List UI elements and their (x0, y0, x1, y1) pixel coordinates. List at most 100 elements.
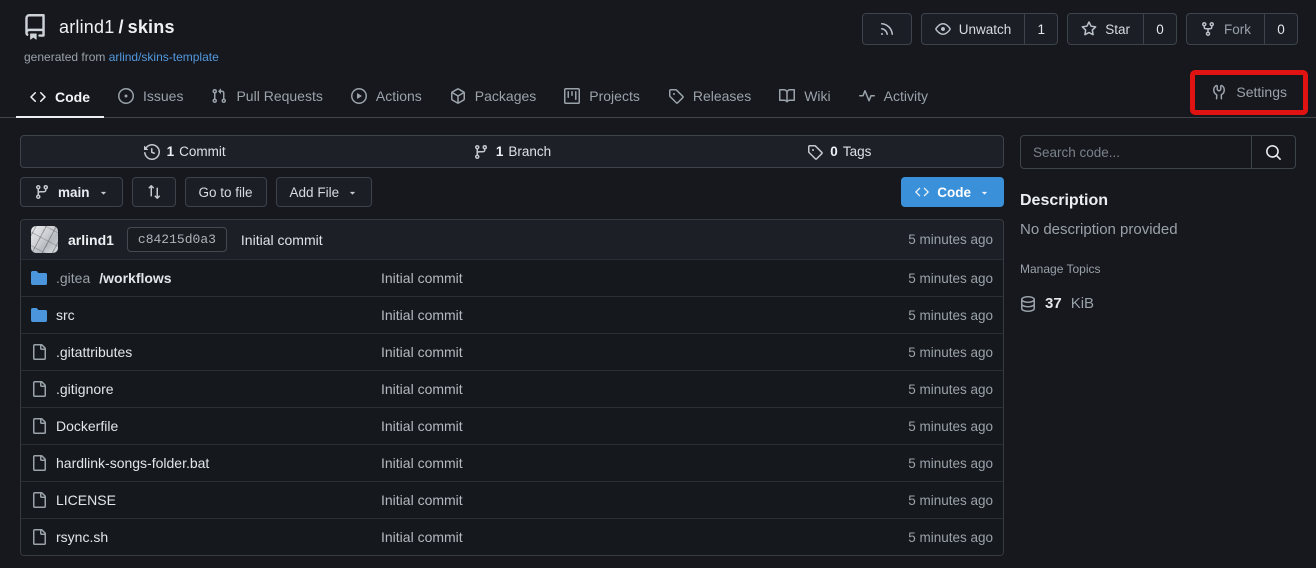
compare-button[interactable] (132, 177, 176, 207)
branches-count: 1 (496, 144, 504, 159)
commits-icon (144, 144, 160, 160)
file-row: Dockerfile Initial commit5 minutes ago (21, 407, 1003, 444)
settings-highlight-annotation: Settings (1190, 70, 1308, 115)
fork-button[interactable]: Fork (1187, 14, 1264, 44)
code-download-button[interactable]: Code (901, 177, 1004, 207)
file-link[interactable]: rsync.sh (31, 529, 381, 545)
tab-label: Projects (589, 88, 640, 104)
tags-icon (807, 144, 823, 160)
file-icon (31, 344, 47, 360)
file-row: .gitea/workflowsInitial commit5 minutes … (21, 259, 1003, 296)
tab-activity[interactable]: Activity (845, 76, 942, 117)
tab-label: Activity (884, 88, 928, 104)
forks-count[interactable]: 0 (1264, 14, 1297, 44)
avatar[interactable] (31, 226, 58, 253)
code-icon (30, 89, 46, 105)
file-name: .gitignore (56, 381, 114, 397)
file-icon (31, 455, 47, 471)
file-icon (31, 529, 47, 545)
file-name: LICENSE (56, 492, 116, 508)
file-commit-message[interactable]: Initial commit (381, 418, 908, 434)
file-icon (31, 381, 47, 397)
star-button[interactable]: Star (1068, 14, 1143, 44)
star-button-group: Star 0 (1067, 13, 1177, 45)
file-link[interactable]: .gitea/workflows (31, 270, 381, 286)
folder-icon (31, 270, 47, 286)
search-input[interactable] (1021, 136, 1251, 168)
repo-title: arlind1/skins (59, 17, 175, 38)
wiki-icon (779, 88, 795, 104)
tab-settings[interactable]: Settings (1195, 75, 1303, 110)
manage-topics-link[interactable]: Manage Topics (1020, 262, 1101, 276)
repo-title-separator: / (118, 17, 123, 37)
generated-from: generated from arlind/skins-template (24, 50, 1298, 64)
file-link[interactable]: Dockerfile (31, 418, 381, 434)
file-icon (31, 418, 47, 434)
file-commit-message[interactable]: Initial commit (381, 455, 908, 471)
file-row: srcInitial commit5 minutes ago (21, 296, 1003, 333)
repo-owner-link[interactable]: arlind1 (59, 17, 114, 37)
branch-selector[interactable]: main (20, 177, 123, 207)
commit-message-link[interactable]: Initial commit (241, 232, 323, 248)
unwatch-label: Unwatch (959, 22, 1012, 37)
file-commit-message[interactable]: Initial commit (381, 344, 908, 360)
code-search-box (1020, 135, 1296, 169)
file-row: .gitignoreInitial commit5 minutes ago (21, 370, 1003, 407)
file-name: Dockerfile (56, 418, 118, 434)
file-row: rsync.shInitial commit5 minutes ago (21, 518, 1003, 555)
rss-button[interactable] (862, 13, 912, 45)
tags-count: 0 (830, 144, 838, 159)
repo-stats-bar: 1 Commit 1 Branch 0 Tags (20, 135, 1004, 168)
repo-size-value: 37 (1045, 295, 1062, 312)
sidebar: Description No description provided Mana… (1020, 135, 1296, 556)
file-commit-message[interactable]: Initial commit (381, 381, 908, 397)
add-file-button[interactable]: Add File (276, 177, 373, 207)
tab-releases[interactable]: Releases (654, 76, 765, 117)
file-link[interactable]: src (31, 307, 381, 323)
commit-author-link[interactable]: arlind1 (68, 232, 114, 248)
unwatch-button[interactable]: Unwatch (922, 14, 1025, 44)
tab-code[interactable]: Code (16, 77, 104, 118)
tags-stat[interactable]: 0 Tags (676, 144, 1003, 160)
file-link[interactable]: hardlink-songs-folder.bat (31, 455, 381, 471)
tab-projects[interactable]: Projects (550, 76, 654, 117)
file-commit-message[interactable]: Initial commit (381, 529, 908, 545)
code-button-label: Code (937, 185, 971, 200)
file-commit-time: 5 minutes ago (908, 271, 993, 286)
stars-count[interactable]: 0 (1143, 14, 1176, 44)
search-button[interactable] (1251, 136, 1295, 168)
commits-stat[interactable]: 1 Commit (21, 144, 348, 160)
file-commit-message[interactable]: Initial commit (381, 270, 908, 286)
repo-icon (22, 14, 48, 40)
tab-pull-requests[interactable]: Pull Requests (197, 76, 336, 117)
file-link[interactable]: .gitignore (31, 381, 381, 397)
file-link[interactable]: .gitattributes (31, 344, 381, 360)
watchers-count[interactable]: 1 (1024, 14, 1057, 44)
file-rows: .gitea/workflowsInitial commit5 minutes … (21, 259, 1003, 555)
file-name: rsync.sh (56, 529, 108, 545)
file-commit-time: 5 minutes ago (908, 419, 993, 434)
tab-label: Issues (143, 88, 183, 104)
activity-icon (859, 88, 875, 104)
file-link[interactable]: LICENSE (31, 492, 381, 508)
settings-icon (1211, 84, 1227, 100)
branches-stat[interactable]: 1 Branch (348, 144, 675, 160)
commit-sha-link[interactable]: c84215d0a3 (127, 227, 227, 252)
search-icon (1265, 144, 1282, 161)
file-commit-message[interactable]: Initial commit (381, 492, 908, 508)
go-to-file-button[interactable]: Go to file (185, 177, 267, 207)
tab-issues[interactable]: Issues (104, 76, 197, 117)
file-commit-message[interactable]: Initial commit (381, 307, 908, 323)
file-icon (31, 492, 47, 508)
template-repo-link[interactable]: arlind/skins-template (109, 50, 219, 64)
code-toolbar: main Go to file Add File Code (20, 177, 1004, 207)
tab-wiki[interactable]: Wiki (765, 76, 844, 117)
repo-name-link[interactable]: skins (128, 17, 175, 37)
code-icon (915, 185, 929, 199)
tab-actions[interactable]: Actions (337, 76, 436, 117)
caret-down-icon (979, 187, 990, 198)
file-commit-time: 5 minutes ago (908, 456, 993, 471)
unwatch-button-group: Unwatch 1 (921, 13, 1059, 45)
tab-packages[interactable]: Packages (436, 76, 550, 117)
fork-button-group: Fork 0 (1186, 13, 1298, 45)
